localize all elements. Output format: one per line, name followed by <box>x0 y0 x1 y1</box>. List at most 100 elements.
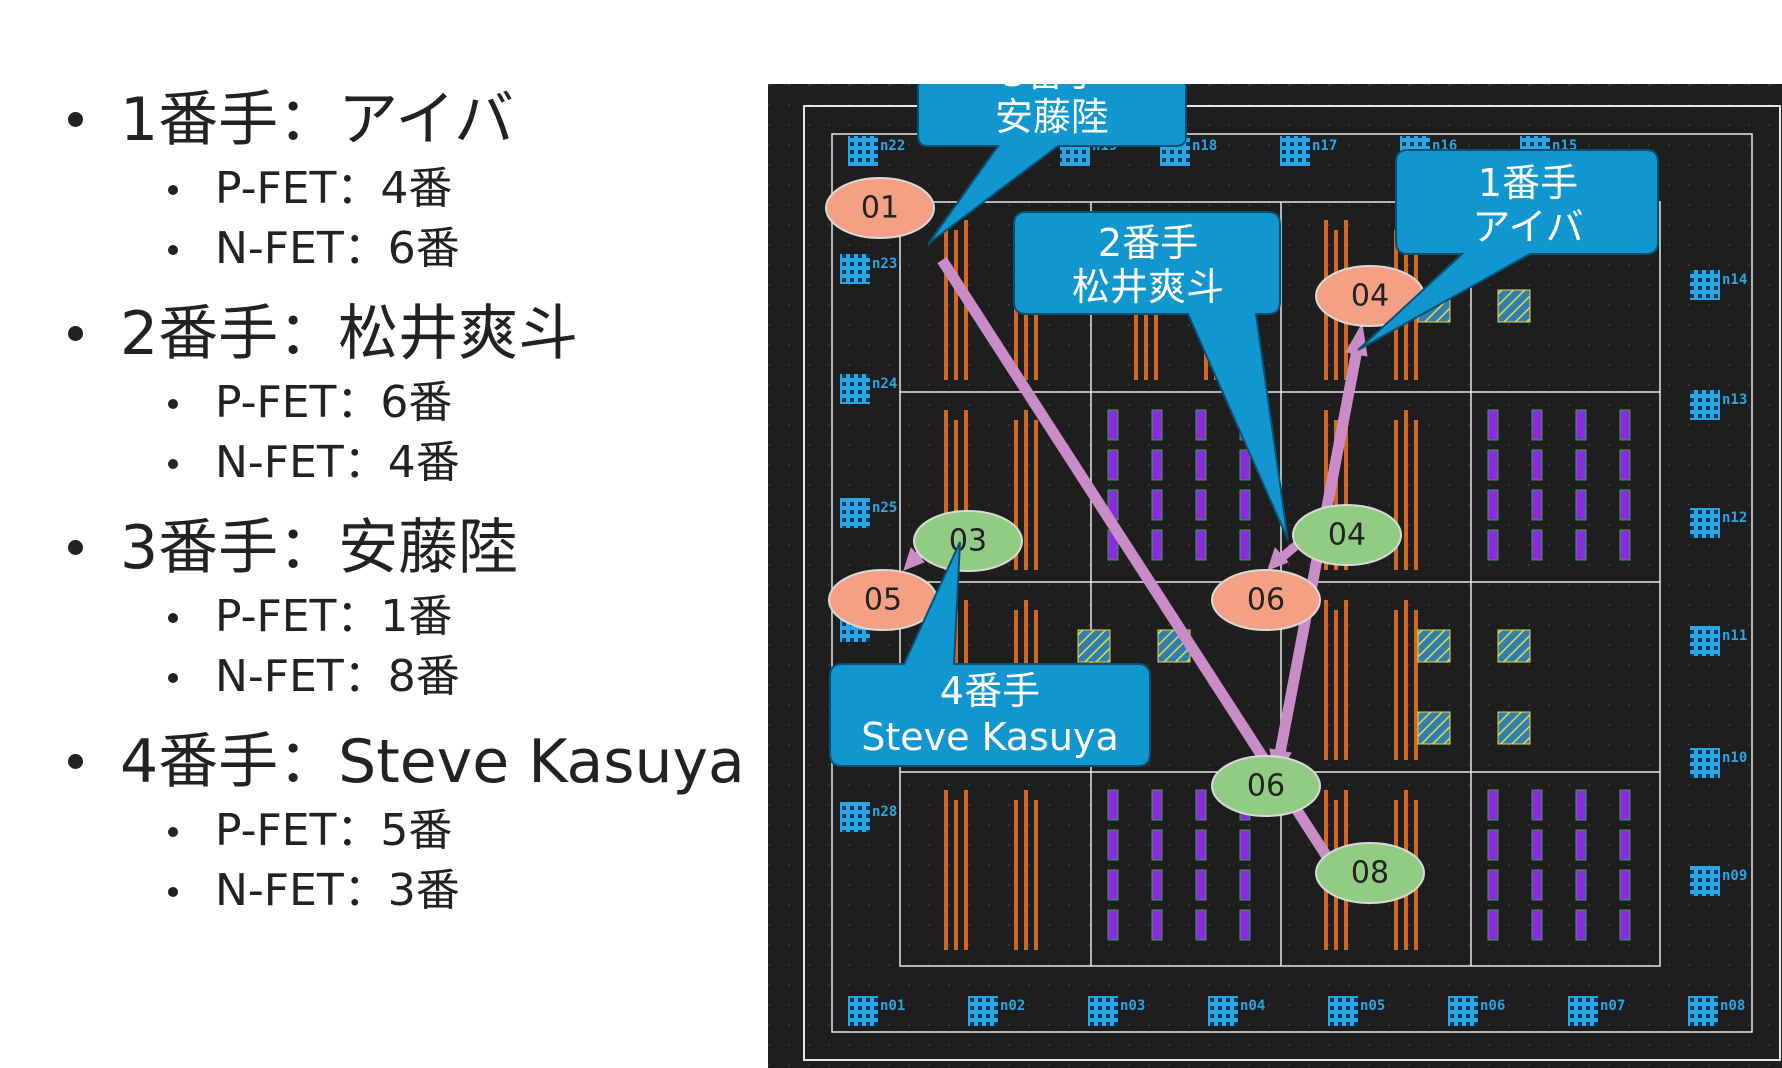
callout-1-line1: 1番手 <box>1478 161 1578 205</box>
player-4-label: 4番手：Steve Kasuya <box>120 727 745 797</box>
player-4-pfet: P-FET：5番 <box>60 808 760 854</box>
node-n08: 08 <box>1315 842 1425 904</box>
pad-label: n12 <box>1722 510 1747 526</box>
transistor-strip <box>1107 409 1119 441</box>
transistor-strip <box>1195 909 1207 941</box>
pad-label: n05 <box>1360 998 1385 1014</box>
node-p01: 01 <box>825 177 935 239</box>
transistor-strip <box>1575 409 1587 441</box>
pad-label: n04 <box>1240 998 1265 1014</box>
transistor-strip <box>1619 909 1631 941</box>
metal-wire <box>964 790 968 950</box>
transistor-strip <box>1195 789 1207 821</box>
transistor-strip <box>1487 409 1499 441</box>
metal-wire <box>1014 800 1018 950</box>
pad-label: n10 <box>1722 750 1747 766</box>
player-3-pfet-label: P-FET：1番 <box>215 591 453 642</box>
bullet-icon <box>168 673 178 683</box>
metal-wire <box>1404 410 1408 570</box>
transistor-strip <box>1239 449 1251 481</box>
node-n04: 04 <box>1292 504 1402 566</box>
bullet-icon <box>68 540 83 555</box>
pad-label: n13 <box>1722 392 1747 408</box>
bullet-icon <box>168 827 178 837</box>
player-4-item: 4番手：Steve Kasuya <box>60 732 760 794</box>
device-block <box>1417 629 1451 663</box>
player-2-nfet: N-FET：4番 <box>60 440 760 486</box>
player-3-item: 3番手：安藤陸 <box>60 518 760 580</box>
transistor-strip <box>1531 489 1543 521</box>
node-n06: 06 <box>1211 755 1321 817</box>
pad-label: n23 <box>872 256 897 272</box>
node-p04-label: 04 <box>1351 279 1389 314</box>
pad-label: n07 <box>1600 998 1625 1014</box>
pad-label: n08 <box>1720 998 1745 1014</box>
transistor-strip <box>1151 869 1163 901</box>
transistor-strip <box>1239 829 1251 861</box>
callout-4-line2: Steve Kasuya <box>861 715 1119 759</box>
transistor-strip <box>1195 829 1207 861</box>
metal-wire <box>1024 410 1028 570</box>
chip-layout-panel: n22n19n18n17n16n15n23n24n25n26n28n14n13n… <box>768 84 1782 1068</box>
player-3-nfet: N-FET：8番 <box>60 654 760 700</box>
bullet-icon <box>168 399 178 409</box>
transistor-strip <box>1195 449 1207 481</box>
metal-wire <box>1034 420 1038 570</box>
transistor-strip <box>1151 789 1163 821</box>
pad-label: n22 <box>880 138 905 154</box>
device-block <box>1497 711 1531 745</box>
device-block <box>1077 629 1111 663</box>
pad-label: n14 <box>1722 272 1747 288</box>
transistor-strip <box>1575 869 1587 901</box>
pad-label: n18 <box>1192 138 1217 154</box>
transistor-strip <box>1531 789 1543 821</box>
transistor-strip <box>1239 489 1251 521</box>
pad-label: n11 <box>1722 628 1747 644</box>
device-block <box>1497 289 1531 323</box>
pad-label: n17 <box>1312 138 1337 154</box>
metal-wire <box>954 230 958 380</box>
transistor-strip <box>1575 829 1587 861</box>
transistor-strip <box>1239 529 1251 561</box>
device-block <box>1417 711 1451 745</box>
transistor-strip <box>1619 489 1631 521</box>
transistor-strip <box>1575 909 1587 941</box>
player-1-label: 1番手：アイバ <box>120 85 514 155</box>
transistor-strip <box>1239 909 1251 941</box>
transistor-strip <box>1487 869 1499 901</box>
transistor-strip <box>1195 529 1207 561</box>
transistor-strip <box>1575 449 1587 481</box>
transistor-strip <box>1107 789 1119 821</box>
transistor-strip <box>1487 529 1499 561</box>
node-p05: 05 <box>828 569 938 631</box>
player-2-item: 2番手：松井爽斗 <box>60 304 760 366</box>
metal-wire <box>1344 600 1348 760</box>
node-n04-label: 04 <box>1328 518 1366 553</box>
callout-1-line2: アイバ <box>1472 205 1583 249</box>
bullet-icon <box>168 613 178 623</box>
node-p06-label: 06 <box>1247 583 1285 618</box>
player-2-pfet: P-FET：6番 <box>60 380 760 426</box>
player-1-pfet-label: P-FET：4番 <box>215 163 453 214</box>
bullet-icon <box>168 245 178 255</box>
transistor-strip <box>1195 489 1207 521</box>
node-n06-label: 06 <box>1247 769 1285 804</box>
transistor-strip <box>1107 909 1119 941</box>
bullet-icon <box>68 326 83 341</box>
transistor-strip <box>1151 449 1163 481</box>
node-p01-label: 01 <box>861 191 899 226</box>
callout-4-line1: 4番手 <box>940 669 1040 713</box>
transistor-strip <box>1619 869 1631 901</box>
metal-wire <box>944 220 948 380</box>
transistor-strip <box>1239 869 1251 901</box>
callout-3-line2: 安藤陸 <box>995 95 1109 139</box>
node-p05-label: 05 <box>864 583 902 618</box>
player-4-pfet-label: P-FET：5番 <box>215 805 453 856</box>
pad-label: n03 <box>1120 998 1145 1014</box>
transistor-strip <box>1487 789 1499 821</box>
transistor-strip <box>1151 489 1163 521</box>
metal-wire <box>1394 610 1398 760</box>
node-p06: 06 <box>1211 569 1321 631</box>
transistor-strip <box>1487 489 1499 521</box>
player-2-nfet-label: N-FET：4番 <box>215 437 460 488</box>
